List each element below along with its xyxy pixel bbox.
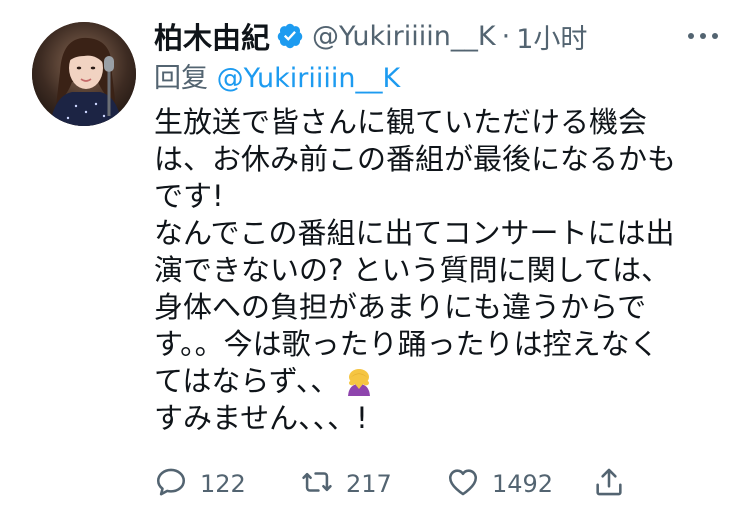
tweet-body-line: は、お休み前この番組が最後になるかも — [154, 142, 677, 176]
author-display-name[interactable]: 柏木由紀 — [154, 15, 270, 57]
author-handle[interactable]: @Yukiriiiin__K — [312, 21, 496, 52]
like-button[interactable]: 1492 — [446, 462, 553, 506]
tweet-body-line: 身体への負担があまりにも違うからで — [154, 290, 647, 324]
reply-to-line: 回复 @Yukiriiiin__K — [154, 56, 400, 95]
tweet-actions: 122 217 1492 — [154, 462, 634, 506]
like-count: 1492 — [492, 470, 554, 498]
tweet-body-line: です! — [154, 179, 224, 213]
like-icon — [446, 465, 480, 503]
tweet-time[interactable]: 1小时 — [516, 17, 587, 56]
tweet: 柏木由紀 @Yukiriiiin__K · 1小时 回复 @Yukiriiiin… — [0, 0, 750, 514]
avatar[interactable] — [32, 22, 136, 126]
share-icon — [592, 465, 626, 503]
reply-count: 122 — [200, 470, 246, 498]
reply-button[interactable]: 122 — [154, 462, 246, 506]
retweet-icon — [300, 465, 334, 503]
retweet-button[interactable]: 217 — [300, 462, 392, 506]
tweet-body-line: すみません、、、! — [154, 401, 368, 435]
reply-handle-link[interactable]: @Yukiriiiin__K — [217, 63, 401, 94]
tweet-body-line: てはならず、、 — [154, 364, 340, 398]
retweet-count: 217 — [346, 470, 392, 498]
share-button[interactable] — [592, 462, 626, 506]
reply-prefix: 回复 — [154, 63, 208, 94]
reply-icon — [154, 465, 188, 503]
person-bowing-emoji — [343, 365, 375, 397]
tweet-header: 柏木由紀 @Yukiriiiin__K · 1小时 — [154, 14, 587, 58]
tweet-body: 生放送で皆さんに観ていただける機会 は、お休み前この番組が最後になるかも です!… — [154, 104, 744, 437]
tweet-body-line: す。。今は歌ったり踊ったりは控えなく — [154, 327, 659, 361]
tweet-body-line: なんでこの番組に出てコンサートには出 — [154, 216, 675, 250]
verified-badge-icon — [276, 22, 304, 50]
avatar-image — [32, 22, 136, 126]
tweet-body-line: 演できないの? という質問に関しては、 — [154, 253, 671, 287]
separator-dot: · — [501, 20, 511, 52]
tweet-body-line: 生放送で皆さんに観ていただける機会 — [154, 105, 648, 139]
more-options-icon[interactable] — [686, 26, 720, 46]
tweet-body-line-with-emoji: てはならず、、 — [154, 363, 744, 400]
